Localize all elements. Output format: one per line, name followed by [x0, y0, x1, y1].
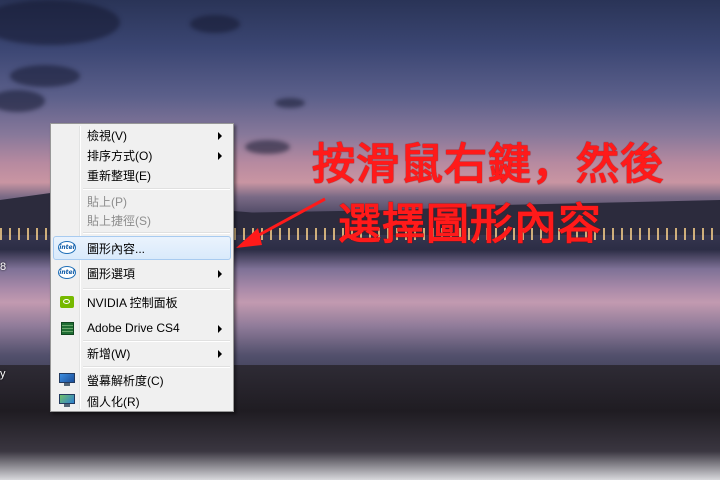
menu-separator — [83, 340, 230, 342]
menu-item-paste-shortcut[interactable]: 貼上捷徑(S) — [53, 210, 231, 230]
adobe-drive-icon — [58, 320, 78, 336]
menu-separator — [83, 188, 230, 190]
nvidia-icon — [58, 294, 78, 310]
menu-item-refresh[interactable]: 重新整理(E) — [53, 165, 231, 185]
menu-item-label: 貼上(P) — [87, 194, 127, 209]
menu-separator — [83, 232, 230, 234]
menu-separator — [83, 288, 230, 290]
annotation-line-1: 按滑鼠右鍵，然後 — [312, 140, 664, 190]
intel-graphics-icon: intel — [58, 240, 78, 256]
menu-item-personalize[interactable]: 個人化(R) — [53, 391, 231, 411]
menu-item-graphics-options[interactable]: intel 圖形選項 — [53, 263, 231, 283]
desktop-context-menu: 檢視(V) 排序方式(O) 重新整理(E) 貼上(P) 貼上捷徑(S) inte… — [50, 123, 234, 412]
menu-item-label: 重新整理(E) — [87, 168, 151, 183]
submenu-arrow-icon — [218, 270, 222, 278]
menu-item-new[interactable]: 新增(W) — [53, 343, 231, 363]
submenu-arrow-icon — [218, 325, 222, 333]
submenu-arrow-icon — [218, 350, 222, 358]
menu-item-label: 新增(W) — [87, 346, 131, 361]
menu-item-label: 個人化(R) — [87, 394, 140, 409]
menu-separator — [83, 366, 230, 368]
menu-item-nvidia-control-panel[interactable]: NVIDIA 控制面板 — [53, 292, 231, 312]
menu-item-adobe-drive[interactable]: Adobe Drive CS4 — [53, 318, 231, 338]
menu-item-label: 螢幕解析度(C) — [87, 373, 164, 388]
menu-item-sort-by[interactable]: 排序方式(O) — [53, 145, 231, 165]
menu-item-screen-resolution[interactable]: 螢幕解析度(C) — [53, 370, 231, 390]
submenu-arrow-icon — [218, 132, 222, 140]
menu-item-label: 圖形內容... — [87, 241, 146, 256]
annotation-line-2: 選擇圖形內容 — [338, 200, 602, 250]
menu-item-graphics-properties[interactable]: intel 圖形內容... — [53, 236, 231, 260]
personalize-icon — [58, 393, 78, 409]
menu-item-label: 圖形選項 — [87, 266, 136, 281]
menu-item-view[interactable]: 檢視(V) — [53, 125, 231, 145]
menu-item-label: 排序方式(O) — [87, 148, 153, 163]
menu-item-label: 檢視(V) — [87, 128, 127, 143]
intel-graphics-icon: intel — [58, 265, 78, 281]
menu-item-paste[interactable]: 貼上(P) — [53, 191, 231, 211]
menu-item-label: Adobe Drive CS4 — [87, 321, 180, 335]
submenu-arrow-icon — [218, 152, 222, 160]
menu-item-label: NVIDIA 控制面板 — [87, 295, 178, 310]
screen-resolution-icon — [58, 372, 78, 388]
menu-item-label: 貼上捷徑(S) — [87, 213, 151, 228]
